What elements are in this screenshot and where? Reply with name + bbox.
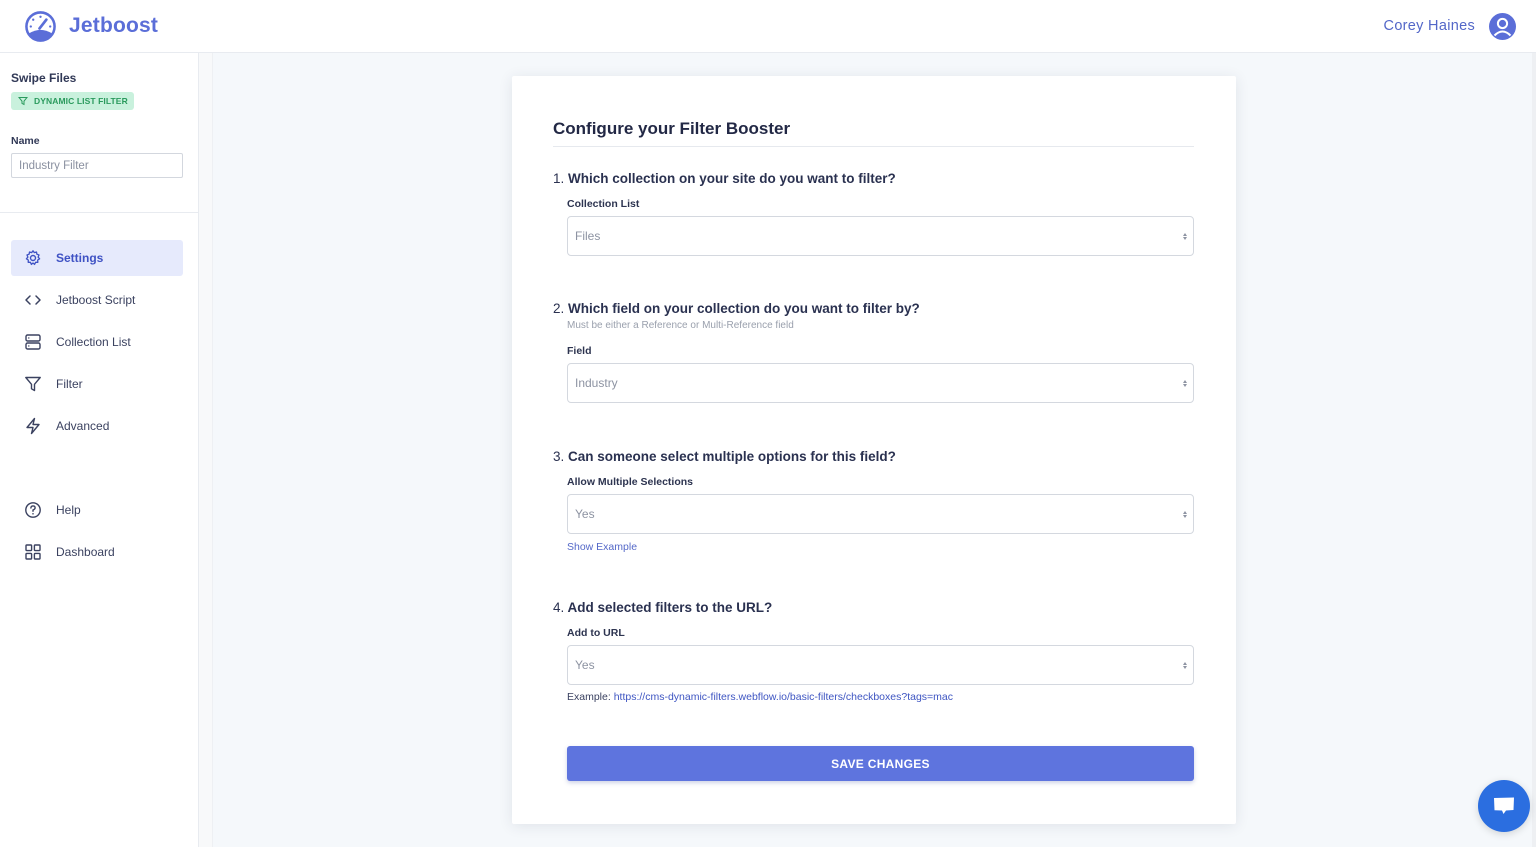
chat-bubble-icon — [1494, 797, 1514, 814]
question-help: Must be either a Reference or Multi-Refe… — [567, 320, 794, 331]
example-prefix: Example: — [567, 691, 614, 703]
question-text: Can someone select multiple options for … — [568, 449, 896, 464]
sidebar: Swipe Files DYNAMIC LIST FILTER Name Set… — [0, 53, 199, 847]
filter-icon — [25, 376, 41, 392]
save-changes-button[interactable]: SAVE CHANGES — [567, 746, 1194, 781]
sidebar-gutter — [199, 53, 213, 847]
allow-multiple-select[interactable]: Yes — [567, 494, 1194, 534]
question-title: 3. Can someone select multiple options f… — [553, 449, 1194, 464]
example-url-link[interactable]: https://cms-dynamic-filters.webflow.io/b… — [614, 691, 953, 703]
name-label: Name — [11, 135, 40, 147]
user-name: Corey Haines — [1383, 18, 1475, 34]
field-select[interactable]: Industry — [567, 363, 1194, 403]
question-text: Which collection on your site do you wan… — [568, 171, 896, 186]
help-circle-icon — [25, 502, 41, 518]
title-divider — [553, 146, 1194, 147]
sidebar-item-filter[interactable]: Filter — [11, 366, 183, 402]
grid-icon — [25, 544, 41, 560]
sidebar-item-jetboost-script[interactable]: Jetboost Script — [11, 282, 183, 318]
badge-label: DYNAMIC LIST FILTER — [34, 96, 128, 106]
field-label: Collection List — [567, 198, 640, 210]
question-number: 2. — [553, 301, 565, 316]
question-collection: 1. Which collection on your site do you … — [553, 171, 1194, 256]
select-value: Industry — [575, 376, 618, 390]
page-title: Configure your Filter Booster — [553, 119, 791, 138]
speedometer-logo-icon — [25, 10, 56, 42]
nav-label: Filter — [56, 377, 83, 391]
nav-label: Advanced — [56, 419, 110, 433]
question-title: 2. Which field on your collection do you… — [553, 301, 1194, 316]
select-value: Yes — [575, 658, 595, 672]
question-number: 1. — [553, 171, 565, 186]
show-example-link[interactable]: Show Example — [567, 541, 637, 553]
url-example: Example: https://cms-dynamic-filters.web… — [567, 691, 1194, 703]
scrollbar-track[interactable] — [1532, 53, 1536, 847]
lightning-icon — [26, 417, 40, 435]
select-value: Yes — [575, 507, 595, 521]
select-arrows-icon — [1183, 661, 1187, 669]
select-arrows-icon — [1183, 510, 1187, 518]
select-value: Files — [575, 229, 601, 243]
sidebar-nav: Settings Jetboost Script Collection List… — [11, 240, 183, 576]
question-text: Which field on your collection do you wa… — [568, 301, 920, 316]
server-icon — [25, 334, 41, 350]
field-label: Allow Multiple Selections — [567, 476, 694, 488]
sidebar-item-dashboard[interactable]: Dashboard — [11, 534, 183, 570]
field-label: Field — [567, 345, 592, 357]
question-number: 4. — [553, 600, 565, 615]
name-input[interactable] — [11, 153, 183, 178]
question-multiple: 3. Can someone select multiple options f… — [553, 449, 1194, 555]
sidebar-item-advanced[interactable]: Advanced — [11, 408, 183, 444]
gear-icon — [25, 250, 41, 266]
question-url: 4. Add selected filters to the URL? Add … — [553, 600, 1194, 703]
booster-type-badge: DYNAMIC LIST FILTER — [11, 92, 134, 110]
brand[interactable]: Jetboost — [24, 10, 158, 43]
code-icon — [25, 295, 41, 305]
avatar[interactable] — [1489, 12, 1516, 40]
question-title: 4. Add selected filters to the URL? — [553, 600, 1194, 615]
brand-name: Jetboost — [69, 14, 159, 37]
add-to-url-select[interactable]: Yes — [567, 645, 1194, 685]
top-bar: Jetboost Corey Haines — [0, 0, 1536, 53]
sidebar-divider — [0, 212, 199, 213]
sidebar-item-collection-list[interactable]: Collection List — [11, 324, 183, 360]
user-menu[interactable]: Corey Haines — [1383, 12, 1516, 40]
select-arrows-icon — [1183, 379, 1187, 387]
user-icon — [1493, 17, 1512, 36]
chat-launcher-button[interactable] — [1478, 780, 1530, 832]
nav-label: Settings — [56, 251, 104, 265]
collection-list-select[interactable]: Files — [567, 216, 1194, 256]
field-label: Add to URL — [567, 627, 625, 639]
filter-icon — [18, 97, 28, 106]
project-info: Swipe Files DYNAMIC LIST FILTER Name — [0, 53, 198, 178]
select-arrows-icon — [1183, 232, 1187, 240]
question-title: 1. Which collection on your site do you … — [553, 171, 1194, 186]
nav-label: Dashboard — [56, 545, 115, 559]
project-name: Swipe Files — [11, 71, 77, 85]
nav-label: Jetboost Script — [56, 293, 136, 307]
sidebar-item-help[interactable]: Help — [11, 492, 183, 528]
sidebar-item-settings[interactable]: Settings — [11, 240, 183, 276]
nav-label: Help — [56, 503, 81, 517]
nav-label: Collection List — [56, 335, 131, 349]
question-field: 2. Which field on your collection do you… — [553, 301, 1194, 403]
question-text: Add selected filters to the URL? — [567, 600, 773, 615]
question-number: 3. — [553, 449, 565, 464]
configure-card: Configure your Filter Booster 1. Which c… — [512, 76, 1236, 824]
